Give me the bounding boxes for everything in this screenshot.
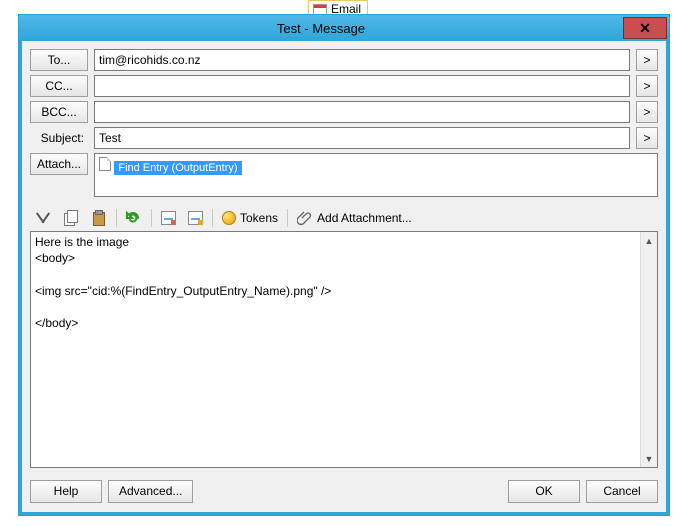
add-attachment-button[interactable]: Add Attachment...	[292, 207, 417, 229]
email-icon	[313, 4, 327, 15]
subject-expand-button[interactable]: >	[636, 127, 658, 149]
footer-buttons: Help Advanced... OK Cancel	[30, 478, 658, 504]
bcc-input[interactable]	[94, 101, 630, 123]
insert-field-button-1[interactable]	[156, 207, 181, 229]
titlebar: Test - Message ✕	[19, 15, 669, 41]
paste-button[interactable]	[86, 207, 112, 229]
to-button[interactable]: To...	[30, 49, 88, 71]
close-icon: ✕	[639, 20, 651, 37]
attachment-label: Find Entry (OutputEntry)	[118, 162, 237, 174]
attachment-item[interactable]: Find Entry (OutputEntry)	[114, 161, 241, 175]
insert-field-button-2[interactable]	[183, 207, 208, 229]
ok-button[interactable]: OK	[508, 480, 580, 503]
subject-input[interactable]	[94, 127, 630, 149]
toolbar-separator	[116, 209, 117, 227]
paperclip-icon	[297, 210, 313, 226]
undo-icon	[126, 210, 142, 226]
advanced-button[interactable]: Advanced...	[108, 480, 193, 503]
bcc-button[interactable]: BCC...	[30, 101, 88, 123]
attachment-file-icon	[99, 157, 111, 171]
scroll-track[interactable]	[641, 249, 657, 450]
client-area: To... > CC... > BCC... > Subject: > Atta…	[19, 41, 669, 515]
window-title: Test - Message	[19, 21, 623, 36]
tokens-label: Tokens	[240, 211, 278, 225]
bcc-expand-button[interactable]: >	[636, 101, 658, 123]
undo-button[interactable]	[121, 207, 147, 229]
cc-button[interactable]: CC...	[30, 75, 88, 97]
message-window: Test - Message ✕ To... > CC... > BCC... …	[18, 14, 670, 516]
cc-input[interactable]	[94, 75, 630, 97]
to-input[interactable]	[94, 49, 630, 71]
editor-container: ▲ ▼	[30, 231, 658, 468]
toolbar-separator	[212, 209, 213, 227]
toolbar-separator	[151, 209, 152, 227]
scroll-down-arrow[interactable]: ▼	[641, 450, 657, 467]
scroll-up-arrow[interactable]: ▲	[641, 232, 657, 249]
toolbar-separator	[287, 209, 288, 227]
scissors-icon	[35, 210, 51, 226]
attachments-box[interactable]: Find Entry (OutputEntry)	[94, 153, 658, 197]
field-icon	[161, 211, 176, 225]
copy-button[interactable]	[58, 207, 84, 229]
copy-icon	[63, 210, 79, 226]
attach-row: Attach... Find Entry (OutputEntry)	[30, 153, 658, 197]
cut-button[interactable]	[30, 207, 56, 229]
to-expand-button[interactable]: >	[636, 49, 658, 71]
add-attachment-label: Add Attachment...	[317, 211, 412, 225]
header-grid: To... > CC... > BCC... > Subject: >	[30, 49, 658, 149]
help-button[interactable]: Help	[30, 480, 102, 503]
subject-label: Subject:	[30, 127, 88, 149]
token-icon	[222, 211, 236, 225]
tokens-button[interactable]: Tokens	[217, 207, 283, 229]
cancel-button[interactable]: Cancel	[586, 480, 658, 503]
body-editor[interactable]	[31, 232, 640, 467]
editor-toolbar: Tokens Add Attachment...	[30, 207, 658, 229]
vertical-scrollbar[interactable]: ▲ ▼	[640, 232, 657, 467]
field-icon	[188, 211, 203, 225]
attach-button[interactable]: Attach...	[30, 153, 88, 175]
close-button[interactable]: ✕	[623, 17, 667, 39]
paste-icon	[91, 210, 107, 226]
cc-expand-button[interactable]: >	[636, 75, 658, 97]
